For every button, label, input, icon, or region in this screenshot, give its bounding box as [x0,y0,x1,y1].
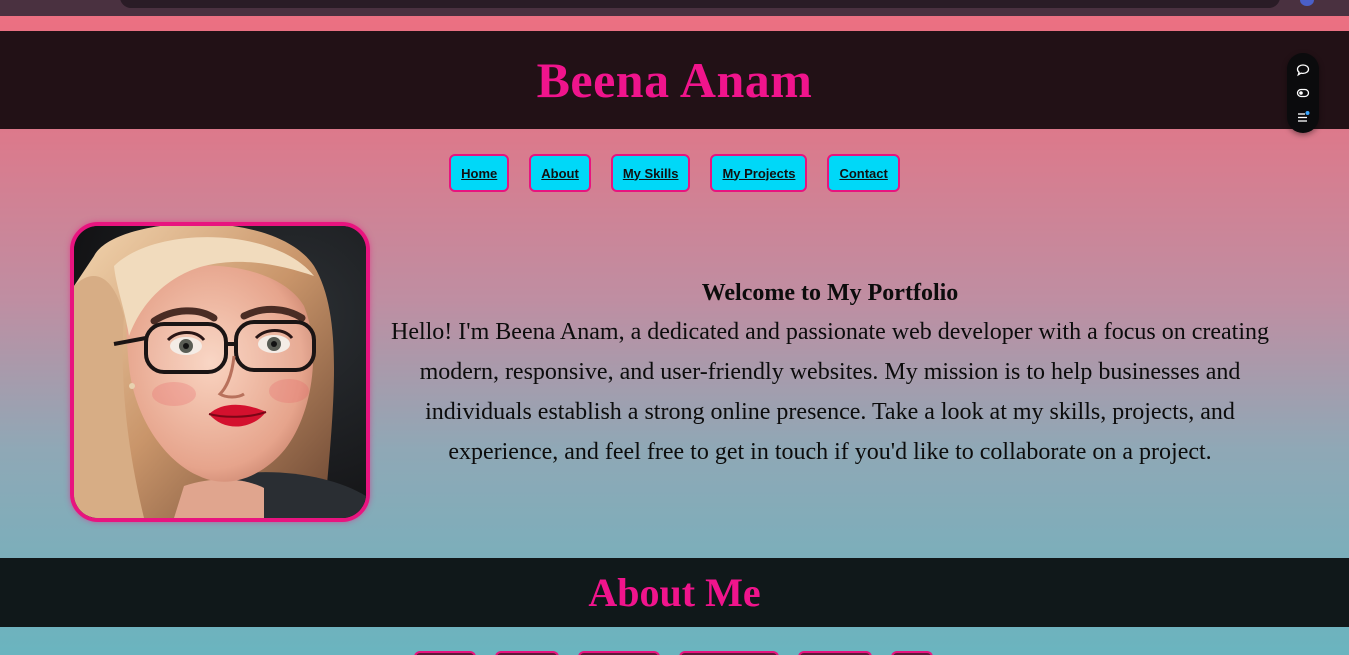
partial-button[interactable] [798,651,872,655]
partial-button[interactable] [891,651,933,655]
main-navigation: Home About My Skills My Projects Contact [0,154,1349,192]
partial-button[interactable] [495,651,559,655]
intro-heading: Welcome to My Portfolio [701,280,959,306]
about-section-header: About Me [0,558,1349,627]
intro-section: Welcome to My Portfolio Hello! I'm Beena… [378,278,1282,472]
toggle-icon[interactable] [1296,86,1310,100]
nav-contact-button[interactable]: Contact [827,154,900,192]
site-header: Beena Anam [0,31,1349,129]
site-title: Beena Anam [536,52,813,108]
floating-side-toolbar [1287,53,1319,133]
partial-button[interactable] [414,651,476,655]
about-nav-row-partial [0,651,1349,655]
intro-paragraph: Hello! I'm Beena Anam, a dedicated and p… [390,319,1269,465]
partial-button[interactable] [578,651,660,655]
nav-skills-button[interactable]: My Skills [610,154,691,192]
browser-address-bar[interactable] [120,0,1280,8]
nav-projects-button[interactable]: My Projects [710,154,808,192]
browser-profile-icon[interactable] [1300,0,1314,6]
chat-bubble-icon[interactable] [1296,63,1310,77]
partial-button[interactable] [679,651,779,655]
list-notification-icon[interactable] [1296,110,1310,124]
nav-home-button[interactable]: Home [449,154,510,192]
profile-portrait [70,222,370,522]
nav-about-button[interactable]: About [529,154,591,192]
browser-top-bar [0,0,1349,16]
about-title: About Me [588,569,761,615]
